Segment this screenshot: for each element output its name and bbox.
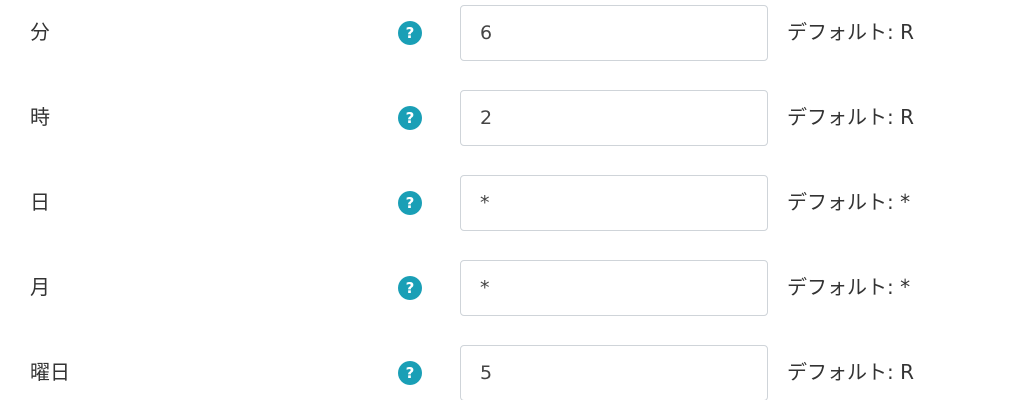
cron-schedule-form: 分 ? デフォルト: R 時 ? デフォルト: R 日 ? デフォルト: * 月… [0,0,1024,400]
month-input[interactable] [460,260,768,316]
minute-input[interactable] [460,5,768,61]
weekday-label: 曜日 [30,360,70,384]
hour-label: 時 [30,105,50,129]
help-icon[interactable]: ? [398,191,422,215]
row-weekday: 曜日 ? デフォルト: R [0,344,1024,400]
help-icon[interactable]: ? [398,106,422,130]
minute-label: 分 [30,20,50,44]
row-day: 日 ? デフォルト: * [0,174,1024,232]
weekday-default-text: デフォルト: R [787,360,914,384]
hour-default-text: デフォルト: R [787,105,914,129]
help-icon[interactable]: ? [398,276,422,300]
help-icon[interactable]: ? [398,21,422,45]
row-month: 月 ? デフォルト: * [0,259,1024,317]
minute-default-text: デフォルト: R [787,20,914,44]
row-hour: 時 ? デフォルト: R [0,89,1024,147]
weekday-input[interactable] [460,345,768,400]
month-default-text: デフォルト: * [787,275,911,299]
day-label: 日 [30,190,50,214]
hour-input[interactable] [460,90,768,146]
month-label: 月 [30,275,50,299]
row-minute: 分 ? デフォルト: R [0,4,1024,62]
help-icon[interactable]: ? [398,361,422,385]
day-default-text: デフォルト: * [787,190,911,214]
day-input[interactable] [460,175,768,231]
